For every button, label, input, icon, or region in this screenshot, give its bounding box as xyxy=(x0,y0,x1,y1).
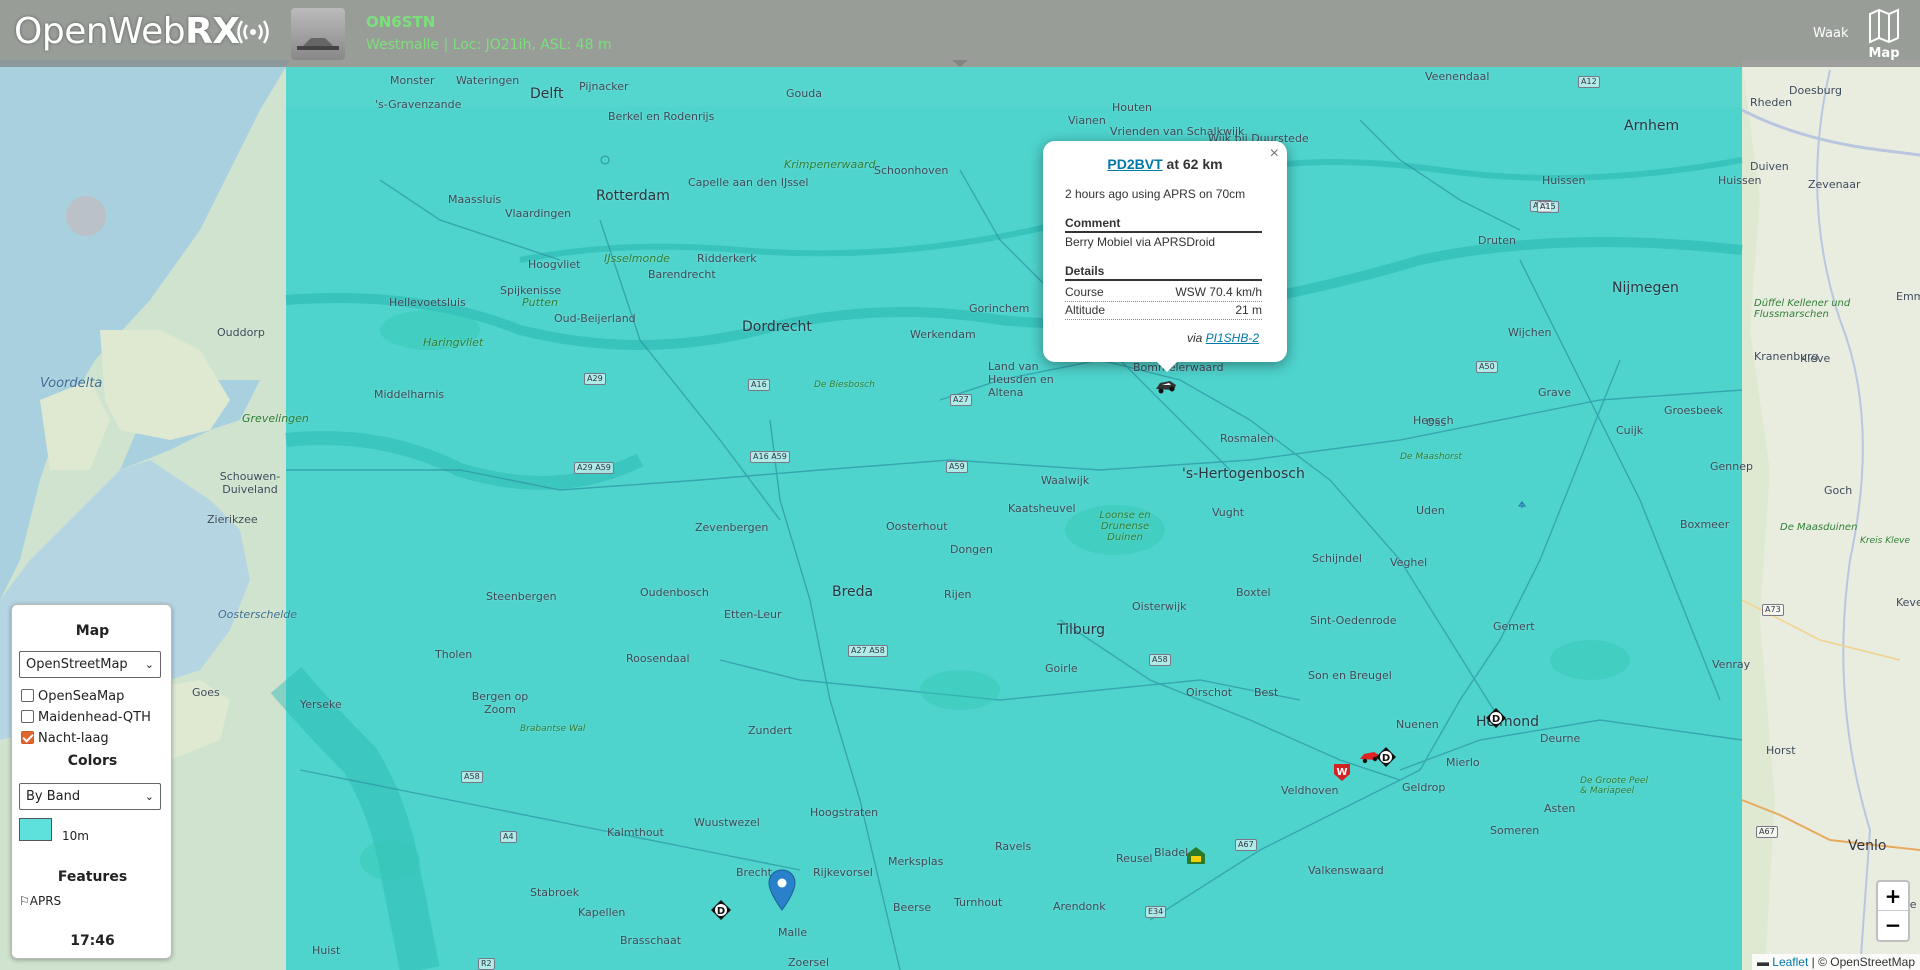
color-swatch[interactable] xyxy=(19,818,52,841)
digipeater-icon[interactable]: D xyxy=(1485,707,1507,729)
layer-checkbox-maidenhead[interactable]: Maidenhead-QTH xyxy=(21,710,151,726)
colors-select[interactable]: By Band ⌄ xyxy=(19,783,161,810)
pin-icon[interactable] xyxy=(768,869,796,911)
popup-title: PD2BVT at 62 km xyxy=(1107,156,1223,172)
car-icon[interactable] xyxy=(1154,377,1178,395)
attribution: ▬ Leaflet | © OpenStreetMap xyxy=(1751,954,1920,970)
details-row: Course WSW 70.4 km/h xyxy=(1065,284,1262,302)
weather-icon[interactable]: W xyxy=(1332,762,1352,782)
svg-text:D: D xyxy=(717,906,725,917)
road-shield: A29 xyxy=(584,373,606,385)
via-line: via PI1SHB-2 xyxy=(1186,331,1259,345)
header-toggle-caret[interactable] xyxy=(952,60,968,67)
road-shield: R2 xyxy=(478,958,495,970)
top-bar: OpenWebRX ON6STN Westmalle | Loc: JO21ih… xyxy=(0,0,1920,67)
road-shield: A73 xyxy=(1762,604,1784,616)
leaflet-link[interactable]: Leaflet xyxy=(1772,955,1808,969)
status-label: Waak xyxy=(1813,26,1849,41)
comment-heading: Comment xyxy=(1065,216,1262,233)
road-shield: A15 xyxy=(1537,201,1559,213)
svg-text:D: D xyxy=(1382,753,1390,764)
popup-meta: 2 hours ago using APRS on 70cm xyxy=(1065,187,1246,201)
svg-text:W: W xyxy=(1336,767,1347,778)
road-shield: A27 A58 xyxy=(848,645,888,657)
road-shield: A67 xyxy=(1235,839,1257,851)
openwebrx-logo[interactable]: OpenWebRX xyxy=(14,10,240,54)
road-shield: A50 xyxy=(1476,361,1498,373)
road-shield: A16 xyxy=(748,379,770,391)
flag-icon: ▬ xyxy=(1756,955,1769,969)
zoom-control: + − xyxy=(1876,880,1910,942)
checkbox xyxy=(21,689,34,702)
via-link[interactable]: PI1SHB-2 xyxy=(1206,331,1259,345)
road-shield: A67 xyxy=(1756,826,1778,838)
layer-checkbox-openseamap[interactable]: OpenSeaMap xyxy=(21,689,124,705)
details-row: Altitude 21 m xyxy=(1065,302,1262,320)
road-shield: A4 xyxy=(500,831,517,843)
map-view[interactable]: Monster Wateringen Delft Pijnacker Gouda… xyxy=(0,0,1920,970)
colors-heading: Colors xyxy=(67,753,118,769)
map-heading: Map xyxy=(75,623,110,639)
digipeater-icon[interactable]: D xyxy=(710,899,732,921)
house-icon[interactable] xyxy=(1185,845,1207,865)
road-shield: A12 xyxy=(1578,76,1600,88)
road-shield: A59 xyxy=(946,461,968,473)
receiver-location: Westmalle | Loc: JO21ih, ASL: 48 m xyxy=(366,37,612,53)
road-shield: A29 A59 xyxy=(574,462,614,474)
zoom-out-button[interactable]: − xyxy=(1878,911,1908,940)
receiver-name: ON6STN xyxy=(366,13,436,31)
checkbox-checked xyxy=(21,731,34,744)
checkbox xyxy=(21,710,34,723)
road-shield: A58 xyxy=(1149,654,1171,666)
digipeater-icon[interactable]: D xyxy=(1375,746,1397,768)
features-heading: Features xyxy=(57,869,128,885)
color-label: 10m xyxy=(62,829,89,843)
comment-text: Berry Mobiel via APRSDroid xyxy=(1065,235,1216,249)
road-shield: E34 xyxy=(1145,906,1167,918)
zoom-in-button[interactable]: + xyxy=(1878,882,1908,911)
callsign-link[interactable]: PD2BVT xyxy=(1107,156,1162,172)
map-button[interactable]: Map xyxy=(1860,6,1908,62)
map-layer-select[interactable]: OpenStreetMap ⌄ xyxy=(19,651,161,678)
road-shield: A16 A59 xyxy=(750,451,790,463)
feature-aprs[interactable]: ⚐APRS xyxy=(19,894,61,908)
svg-text:D: D xyxy=(1492,714,1500,725)
clock: 17:46 xyxy=(70,933,115,949)
road-shield: A58 xyxy=(461,771,483,783)
map-legend-panel: Map OpenStreetMap ⌄ OpenSeaMap Maidenhead… xyxy=(11,604,172,959)
details-heading: Details xyxy=(1065,264,1262,281)
road-shield: A27 xyxy=(950,394,972,406)
station-popup: × PD2BVT at 62 km 2 hours ago using APRS… xyxy=(1043,141,1287,372)
chevron-down-icon: ⌄ xyxy=(144,790,154,803)
waves-icon xyxy=(237,20,269,44)
chevron-down-icon: ⌄ xyxy=(144,658,154,671)
receiver-avatar[interactable] xyxy=(291,8,345,60)
map-tiles xyxy=(0,0,1920,970)
map-icon xyxy=(1869,8,1899,44)
layer-checkbox-nacht-laag[interactable]: Nacht-laag xyxy=(21,731,109,747)
